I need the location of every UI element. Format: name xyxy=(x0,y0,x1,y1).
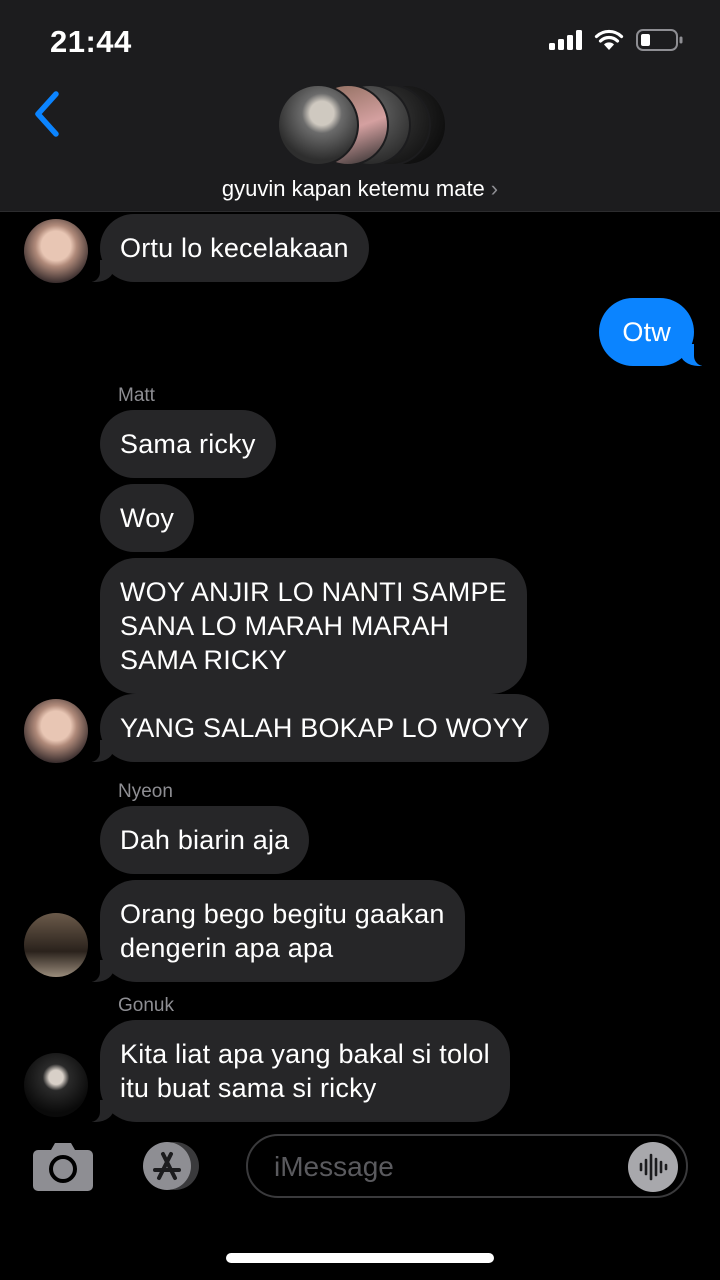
status-time: 21:44 xyxy=(50,24,132,59)
message-bubble[interactable]: Orang bego begitu gaakan dengerin apa ap… xyxy=(88,880,465,982)
audio-message-button[interactable] xyxy=(628,1142,678,1192)
messages-screen: 21:44 gyuvin kapan ketemu mate › Ortu lo… xyxy=(0,0,720,1280)
chevron-left-icon xyxy=(35,91,59,137)
app-store-button[interactable] xyxy=(135,1140,207,1192)
home-indicator[interactable] xyxy=(226,1253,494,1263)
avatar[interactable] xyxy=(24,219,88,283)
message-bubble[interactable]: Ortu lo kecelakaan xyxy=(88,214,369,282)
camera-button[interactable] xyxy=(32,1140,94,1192)
message-bubble[interactable]: Woy xyxy=(100,484,195,552)
message-bubble[interactable]: WOY ANJIR LO NANTI SAMPE SANA LO MARAH M… xyxy=(100,558,527,694)
back-button[interactable] xyxy=(28,88,68,140)
message-bubble-outgoing[interactable]: Otw xyxy=(599,298,706,366)
group-avatar-button[interactable] xyxy=(277,84,447,166)
group-name: gyuvin kapan ketemu mate xyxy=(221,176,485,201)
wifi-icon xyxy=(594,29,624,51)
message-bubble[interactable]: Dah biarin aja xyxy=(100,806,310,874)
group-name-button[interactable]: gyuvin kapan ketemu mate › xyxy=(0,176,720,202)
app-store-icon xyxy=(143,1142,199,1190)
avatar[interactable] xyxy=(24,913,88,977)
message-input-placeholder: iMessage xyxy=(274,1151,394,1182)
avatar[interactable] xyxy=(24,1053,88,1117)
message-bubble[interactable]: YANG SALAH BOKAP LO WOYY xyxy=(88,694,549,762)
message-input[interactable]: iMessage xyxy=(246,1134,688,1198)
battery-icon xyxy=(636,28,684,52)
sender-name: Nyeon xyxy=(118,781,173,802)
cellular-signal-icon xyxy=(549,30,582,50)
conversation-header: 21:44 gyuvin kapan ketemu mate › xyxy=(0,0,720,212)
audio-waveform-icon xyxy=(639,1153,668,1181)
status-icons xyxy=(549,28,684,52)
message-bubble[interactable]: Kita liat apa yang bakal si tolol itu bu… xyxy=(88,1020,510,1122)
chevron-right-icon: › xyxy=(490,176,499,201)
camera-icon xyxy=(33,1143,93,1191)
sender-name: Matt xyxy=(118,385,155,406)
group-member-avatar xyxy=(277,84,359,166)
avatar[interactable] xyxy=(24,699,88,763)
sender-name: Gonuk xyxy=(118,995,174,1016)
message-bubble[interactable]: Sama ricky xyxy=(100,410,276,478)
